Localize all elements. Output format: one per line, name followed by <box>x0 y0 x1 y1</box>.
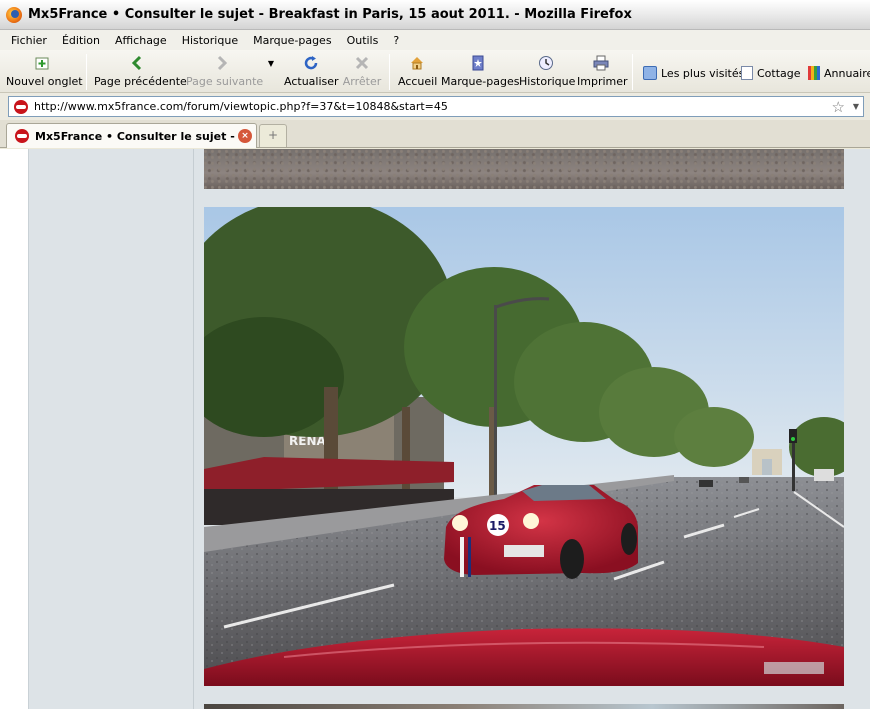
bookmark-annuaire[interactable]: Annuaire <box>808 64 870 82</box>
home-icon <box>398 53 436 73</box>
page-content: RENA 15 <box>0 149 870 709</box>
close-icon[interactable]: × <box>238 129 252 143</box>
star-icon[interactable]: ☆ <box>832 98 845 116</box>
bookmarks-button[interactable]: Marque-pages <box>441 53 519 91</box>
post-author-sidebar <box>30 149 194 709</box>
left-gutter <box>0 149 29 709</box>
tab-title: Mx5France • Consulter le sujet - Bre... <box>35 129 238 143</box>
post-photo[interactable]: RENA 15 <box>204 207 844 686</box>
back-button[interactable]: Page précédente <box>94 53 187 91</box>
post-body: RENA 15 <box>195 149 870 709</box>
firefox-icon <box>6 6 22 23</box>
history-dropdown-button[interactable]: ▼ <box>264 53 278 91</box>
next-photo <box>204 704 844 709</box>
menu-historique[interactable]: Historique <box>182 34 238 47</box>
menu-fichier[interactable]: Fichier <box>11 34 47 47</box>
url-input[interactable]: http://www.mx5france.com/forum/viewtopic… <box>8 96 864 117</box>
menu-bar: Fichier Édition Affichage Historique Mar… <box>0 30 870 50</box>
menu-affichage[interactable]: Affichage <box>115 34 167 47</box>
reload-icon <box>284 53 338 73</box>
page-icon <box>741 66 753 80</box>
forward-button[interactable]: Page suivante <box>186 53 263 91</box>
site-favicon <box>15 129 29 143</box>
window-titlebar: Mx5France • Consulter le sujet - Breakfa… <box>0 0 870 30</box>
navigation-toolbar: Nouvel onglet Page précédente Page suiva… <box>0 50 870 93</box>
history-button[interactable]: Historique <box>519 53 575 91</box>
window-title: Mx5France • Consulter le sujet - Breakfa… <box>28 7 632 22</box>
chevron-down-icon[interactable]: ▼ <box>853 102 859 111</box>
tab-mx5france[interactable]: Mx5France • Consulter le sujet - Bre... … <box>6 123 257 148</box>
menu-edition[interactable]: Édition <box>62 34 100 47</box>
stop-x-icon <box>342 53 382 73</box>
home-button[interactable]: Accueil <box>398 53 437 91</box>
menu-marque-pages[interactable]: Marque-pages <box>253 34 331 47</box>
left-arrow-icon <box>94 53 180 73</box>
folder-search-icon <box>643 66 657 80</box>
chevron-down-icon: ▼ <box>267 58 275 68</box>
clock-icon <box>519 53 573 73</box>
menu-outils[interactable]: Outils <box>347 34 379 47</box>
bookmark-icon <box>441 53 515 73</box>
bookmark-cottage[interactable]: Cottage <box>741 64 801 82</box>
stop-button[interactable]: Arrêter <box>342 53 382 91</box>
url-row: http://www.mx5france.com/forum/viewtopic… <box>0 93 870 120</box>
tab-bar: Mx5France • Consulter le sujet - Bre... … <box>0 120 870 148</box>
new-tab-plus-button[interactable]: + <box>259 124 287 147</box>
bookmark-most-visited[interactable]: Les plus visités <box>643 64 744 82</box>
right-arrow-icon <box>186 53 258 73</box>
plus-icon <box>6 53 78 73</box>
menu-help[interactable]: ? <box>393 34 399 47</box>
site-favicon <box>14 99 28 114</box>
new-tab-button[interactable]: Nouvel onglet <box>6 53 83 91</box>
url-text: http://www.mx5france.com/forum/viewtopic… <box>34 100 448 113</box>
reload-button[interactable]: Actualiser <box>284 53 339 91</box>
print-button[interactable]: Imprimer <box>577 53 628 91</box>
previous-photo <box>204 149 844 189</box>
plus-icon: + <box>267 128 279 142</box>
car-number: 15 <box>489 519 506 533</box>
printer-icon <box>577 53 625 73</box>
annuaire-icon <box>808 66 820 80</box>
